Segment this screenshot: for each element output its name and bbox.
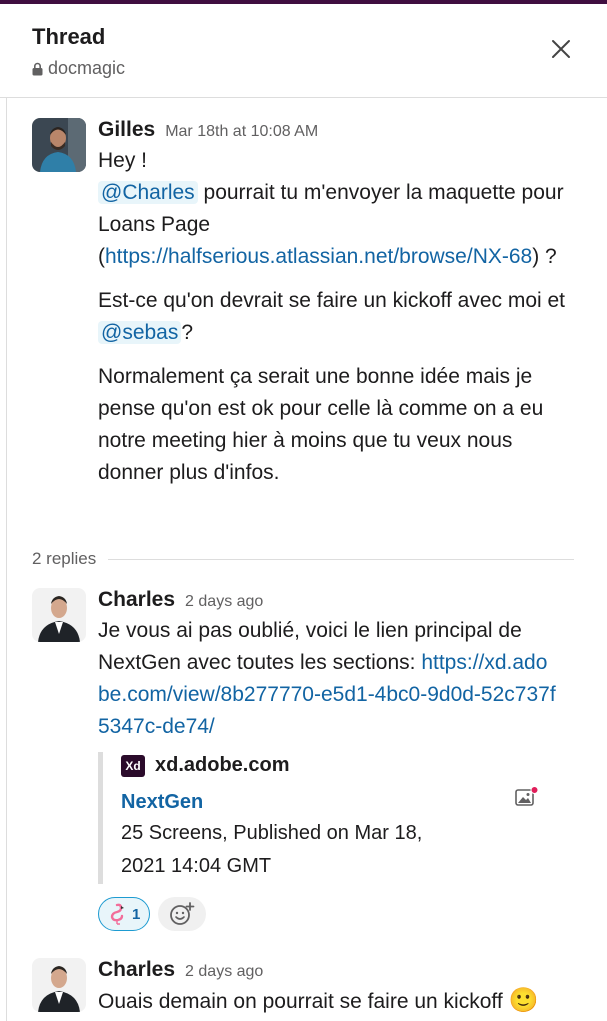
avatar-image <box>32 958 86 1012</box>
timestamp[interactable]: 2 days ago <box>185 593 263 611</box>
author-name[interactable]: Charles <box>98 958 175 982</box>
message-body: Ouais demain on pourrait se faire un kic… <box>98 985 598 1018</box>
message-body: Hey ! @Charles pourrait tu m'envoyer la … <box>98 145 578 501</box>
avatar-image <box>32 588 86 642</box>
adobe-xd-logo: Xd <box>121 754 145 777</box>
message-text: ? <box>181 321 194 344</box>
unfurl-source-name: xd.adobe.com <box>155 754 290 776</box>
replies-count: 2 replies <box>32 549 97 568</box>
reaction-flamingo[interactable]: 1 <box>98 897 151 931</box>
message-line: Hey ! <box>98 149 148 172</box>
close-button[interactable] <box>544 32 578 66</box>
thread-header: Thread docmagic <box>0 4 607 98</box>
unfurl-description: 25 Screens, Published on Mar 18, 2021 14… <box>121 822 423 877</box>
author-name[interactable]: Charles <box>98 588 175 612</box>
add-emoji-icon <box>170 902 195 925</box>
author-name[interactable]: Gilles <box>98 118 155 142</box>
add-reaction-button[interactable] <box>158 897 207 931</box>
message-text: Est-ce qu'on devrait se faire un kickoff… <box>98 289 566 312</box>
mention-sebas[interactable]: @sebas <box>98 321 182 344</box>
unfurl-title[interactable]: NextGen <box>121 787 548 817</box>
avatar-gilles[interactable] <box>32 118 86 172</box>
pane-divider <box>6 98 7 1021</box>
close-icon <box>552 40 570 58</box>
channel-name[interactable]: docmagic <box>32 58 125 79</box>
replies-divider: 2 replies <box>32 548 574 570</box>
channel-label: docmagic <box>48 58 126 78</box>
divider-line <box>108 558 574 560</box>
smile-emoji-icon[interactable]: 🙂 <box>509 987 539 1014</box>
avatar-charles[interactable] <box>32 958 86 1012</box>
unfurl-source: Xd xd.adobe.com <box>121 754 548 777</box>
avatar-charles[interactable] <box>32 588 86 642</box>
message-body: Je vous ai pas oublié, voici le lien pri… <box>98 615 558 743</box>
mention-charles[interactable]: @Charles <box>98 181 198 204</box>
jira-link[interactable]: https://halfserious.atlassian.net/browse… <box>105 245 532 268</box>
reaction-count: 1 <box>132 905 141 923</box>
image-preview-icon[interactable] <box>515 786 539 808</box>
lock-icon <box>32 62 43 75</box>
reaction-bar: 1 <box>98 897 207 931</box>
message-text: ) ? <box>532 245 557 268</box>
link-unfurl: Xd xd.adobe.com NextGen 25 Screens, Publ… <box>98 752 548 884</box>
timestamp[interactable]: Mar 18th at 10:08 AM <box>165 123 318 141</box>
timestamp[interactable]: 2 days ago <box>185 963 263 981</box>
flamingo-icon <box>110 903 124 925</box>
message-paragraph: Normalement ça serait une bonne idée mai… <box>98 365 544 484</box>
avatar-image <box>32 118 86 172</box>
thread-title: Thread <box>32 24 106 49</box>
message-text: Ouais demain on pourrait se faire un kic… <box>98 990 509 1013</box>
